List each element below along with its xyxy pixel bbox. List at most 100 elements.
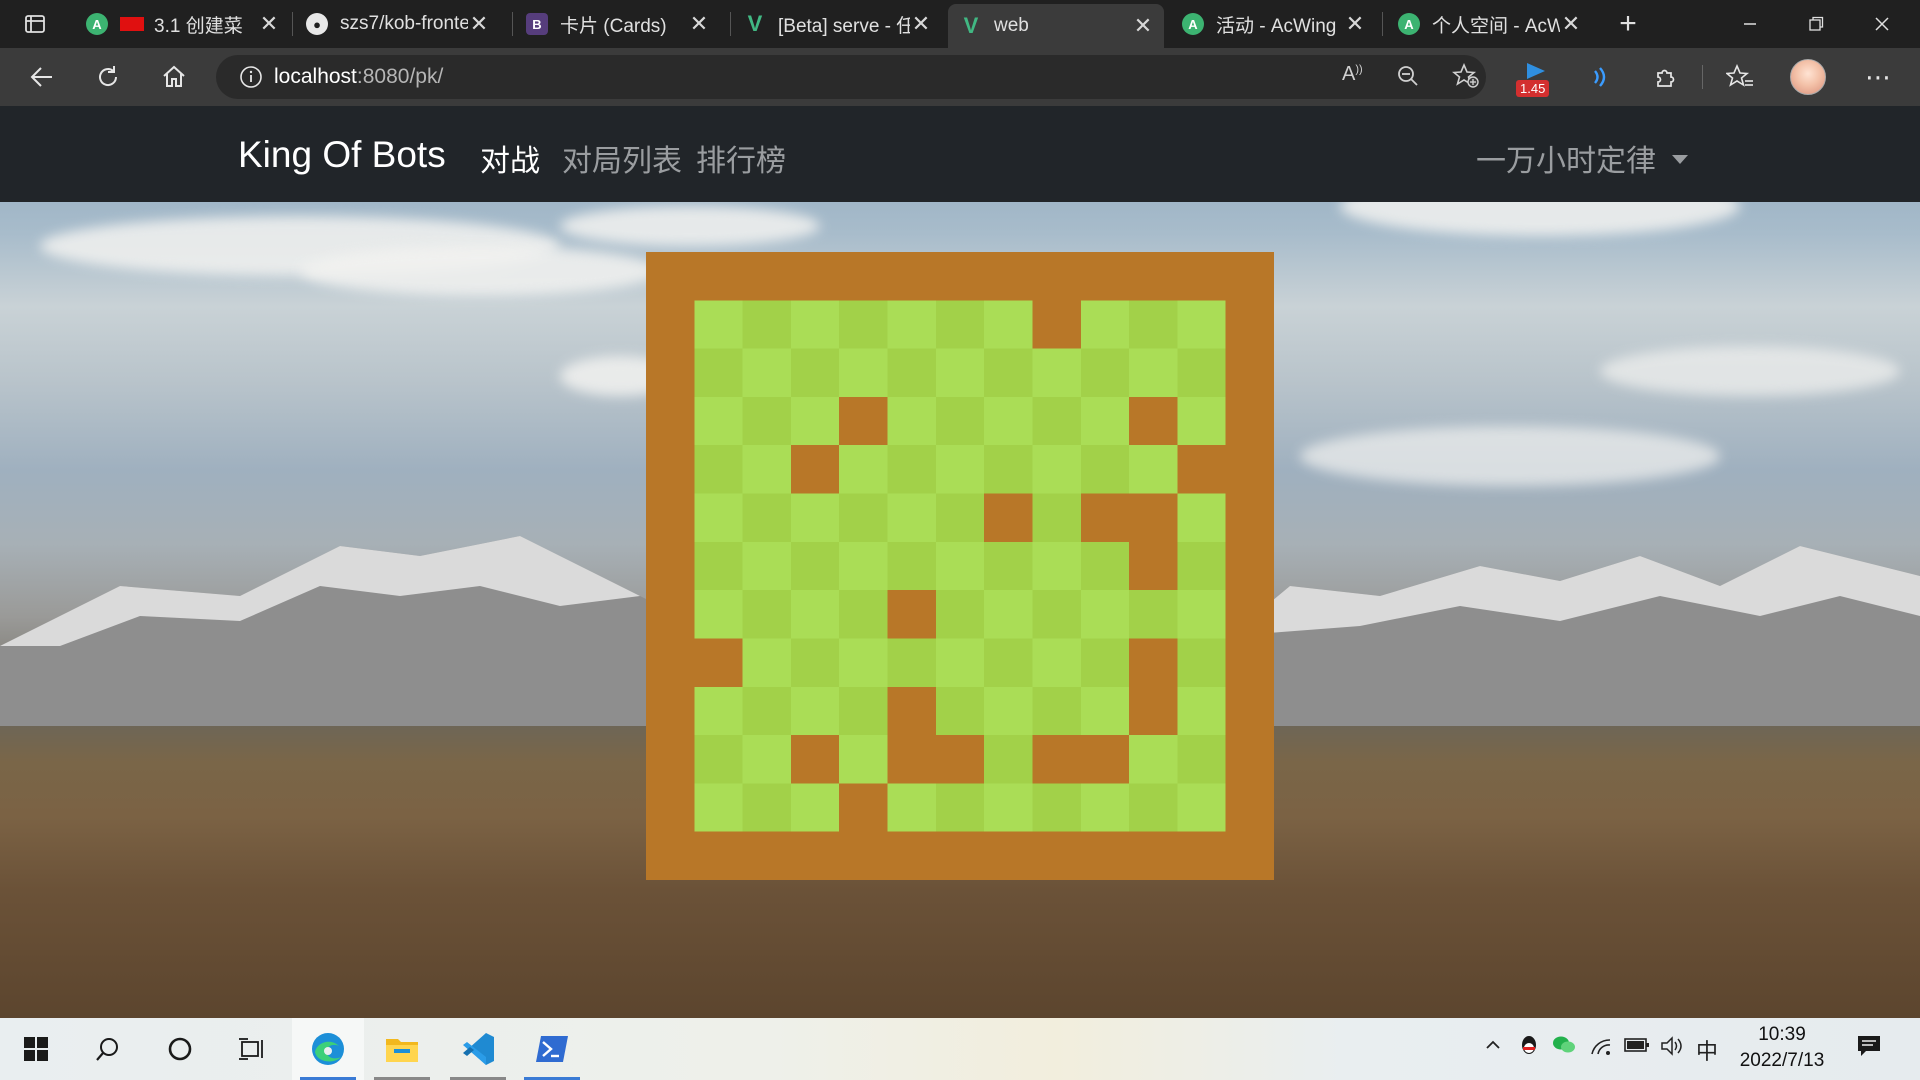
browser-tab[interactable]: B 卡片 (Cards) ✕ bbox=[514, 0, 720, 48]
show-hidden-icons-icon[interactable] bbox=[1484, 1036, 1502, 1060]
browser-tab[interactable]: A 3.1 创建菜 ✕ bbox=[74, 0, 290, 48]
wifi-icon[interactable] bbox=[1590, 1036, 1612, 1062]
task-view-icon[interactable] bbox=[216, 1018, 288, 1080]
volume-icon[interactable] bbox=[1660, 1036, 1684, 1062]
map-grass-cell bbox=[984, 541, 1033, 591]
close-tab-icon[interactable]: ✕ bbox=[1132, 13, 1154, 39]
map-wall-cell bbox=[1080, 493, 1130, 542]
map-wall-cell bbox=[1177, 252, 1226, 301]
browser-tab[interactable]: A 活动 - AcWing ✕ bbox=[1170, 0, 1376, 48]
read-aloud-icon[interactable]: A)) bbox=[1342, 63, 1363, 86]
map-grass-cell bbox=[790, 590, 840, 639]
start-icon[interactable] bbox=[0, 1018, 72, 1080]
map-wall-cell bbox=[646, 541, 695, 591]
close-tab-icon[interactable]: ✕ bbox=[1344, 11, 1366, 37]
back-icon[interactable] bbox=[22, 57, 62, 97]
extensions-icon[interactable] bbox=[1646, 57, 1686, 97]
map-wall-cell bbox=[1129, 831, 1178, 880]
map-wall-cell bbox=[1129, 638, 1178, 687]
nav-link-pk[interactable]: 对战 bbox=[480, 136, 540, 180]
map-wall-cell bbox=[790, 252, 840, 301]
brand-logo-link[interactable]: King Of Bots bbox=[238, 134, 446, 176]
bilibili-extension-icon[interactable]: 1.45 bbox=[1514, 57, 1558, 97]
sound-extension-icon[interactable] bbox=[1580, 57, 1620, 97]
map-grass-cell bbox=[790, 348, 840, 397]
caret-down-icon bbox=[1672, 154, 1688, 164]
close-window-icon[interactable] bbox=[1852, 0, 1912, 48]
map-grass-cell bbox=[694, 783, 743, 832]
close-tab-icon[interactable]: ✕ bbox=[688, 11, 710, 37]
reload-icon[interactable] bbox=[88, 57, 128, 97]
map-wall-cell bbox=[646, 348, 695, 397]
browser-tab[interactable]: A 个人空间 - AcW ✕ bbox=[1386, 0, 1592, 48]
map-wall-cell bbox=[1129, 252, 1178, 301]
map-grass-cell bbox=[742, 396, 791, 446]
browser-tab[interactable]: V [Beta] serve - 任 ✕ bbox=[732, 0, 942, 48]
map-wall-cell bbox=[646, 735, 695, 784]
map-grass-cell bbox=[742, 686, 791, 736]
qq-tray-icon[interactable] bbox=[1518, 1034, 1540, 1064]
map-grass-cell bbox=[1177, 783, 1226, 832]
edge-taskbar-icon[interactable] bbox=[292, 1018, 364, 1080]
browser-tab-active[interactable]: V web ✕ bbox=[948, 4, 1164, 48]
map-wall-cell bbox=[1129, 541, 1178, 591]
close-tab-icon[interactable]: ✕ bbox=[258, 11, 280, 37]
map-wall-cell bbox=[646, 831, 695, 880]
nav-link-record[interactable]: 对局列表 bbox=[562, 136, 682, 180]
profile-avatar[interactable] bbox=[1788, 57, 1828, 97]
map-wall-cell bbox=[1032, 831, 1081, 880]
map-wall-cell bbox=[1129, 396, 1178, 446]
site-info-icon[interactable] bbox=[238, 64, 264, 90]
search-icon[interactable] bbox=[72, 1018, 144, 1080]
map-grass-cell bbox=[742, 493, 791, 542]
map-grass-cell bbox=[1080, 396, 1130, 446]
map-grass-cell bbox=[839, 638, 888, 687]
minimize-icon[interactable] bbox=[1720, 0, 1780, 48]
powershell-icon[interactable] bbox=[516, 1018, 588, 1080]
github-icon: ● bbox=[306, 13, 328, 35]
vscode-icon[interactable] bbox=[442, 1018, 514, 1080]
user-dropdown-toggle[interactable]: 一万小时定律 bbox=[1476, 136, 1688, 180]
map-grass-cell bbox=[1032, 541, 1081, 591]
map-grass-cell bbox=[839, 735, 888, 784]
tab-actions-icon[interactable] bbox=[4, 0, 66, 48]
close-tab-icon[interactable]: ✕ bbox=[910, 11, 932, 37]
nav-link-ranklist[interactable]: 排行榜 bbox=[696, 136, 786, 180]
home-icon[interactable] bbox=[154, 57, 194, 97]
favorites-icon[interactable] bbox=[1720, 57, 1760, 97]
map-grass-cell bbox=[742, 541, 791, 591]
close-tab-icon[interactable]: ✕ bbox=[1560, 11, 1582, 37]
game-map[interactable] bbox=[646, 252, 1274, 880]
map-grass-cell bbox=[839, 590, 888, 639]
system-clock[interactable]: 10:39 2022/7/13 bbox=[1722, 1022, 1842, 1074]
new-tab-icon[interactable]: + bbox=[1598, 0, 1658, 48]
map-grass-cell bbox=[887, 541, 936, 591]
browser-tab[interactable]: ● szs7/kob-fronte ✕ bbox=[294, 0, 500, 48]
map-wall-cell bbox=[935, 831, 985, 880]
map-grass-cell bbox=[790, 541, 840, 591]
map-grass-cell bbox=[935, 783, 985, 832]
file-explorer-icon[interactable] bbox=[366, 1018, 438, 1080]
close-tab-icon[interactable]: ✕ bbox=[468, 11, 490, 37]
browser-tab-strip: A 3.1 创建菜 ✕ ● szs7/kob-fronte ✕ B 卡片 (Ca… bbox=[0, 0, 1920, 48]
wechat-tray-icon[interactable] bbox=[1552, 1034, 1576, 1062]
map-grass-cell bbox=[839, 445, 888, 494]
tab-title: 活动 - AcWing bbox=[1216, 15, 1337, 37]
map-wall-cell bbox=[1080, 252, 1130, 301]
add-favorite-icon[interactable] bbox=[1451, 62, 1480, 94]
zoom-icon[interactable] bbox=[1396, 64, 1420, 93]
map-grass-cell bbox=[887, 396, 936, 446]
map-grass-cell bbox=[839, 686, 888, 736]
windows-taskbar: 中 10:39 2022/7/13 bbox=[0, 1018, 1920, 1080]
restore-icon[interactable] bbox=[1786, 0, 1846, 48]
ime-indicator[interactable]: 中 bbox=[1696, 1034, 1718, 1066]
notification-center-icon[interactable] bbox=[1856, 1034, 1882, 1064]
map-grass-cell bbox=[984, 783, 1033, 832]
map-grass-cell bbox=[1129, 783, 1178, 832]
map-wall-cell bbox=[790, 735, 840, 784]
battery-icon[interactable] bbox=[1624, 1036, 1650, 1060]
address-bar[interactable]: localhost:8080/pk/ A)) bbox=[216, 55, 1486, 99]
map-wall-cell bbox=[790, 831, 840, 880]
more-menu-icon[interactable]: ⋯ bbox=[1858, 57, 1898, 97]
cortana-icon[interactable] bbox=[144, 1018, 216, 1080]
